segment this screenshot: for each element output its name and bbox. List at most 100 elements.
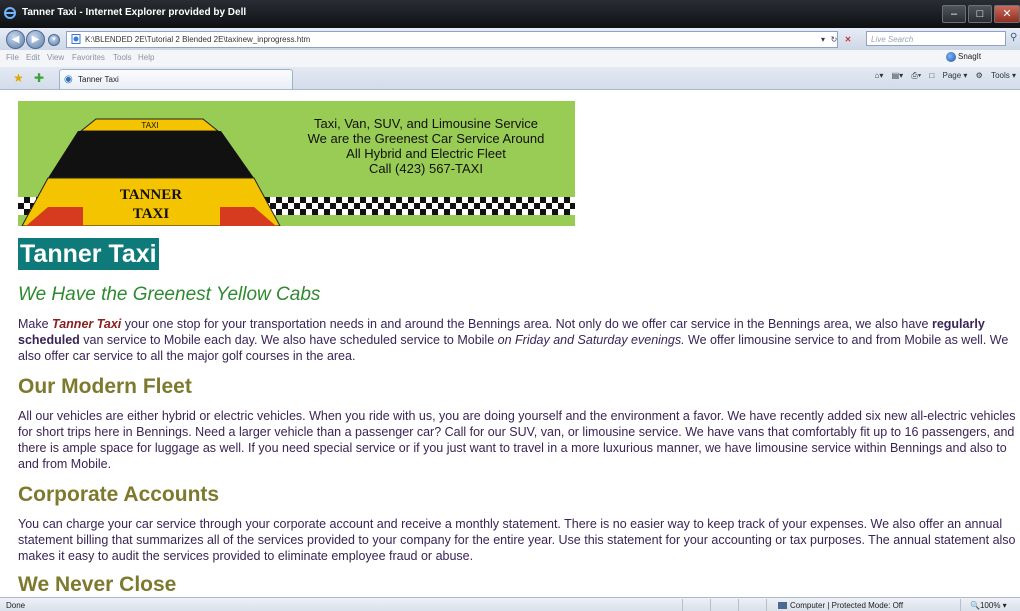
status-text: Done [6,601,26,610]
checker-square [402,209,408,215]
menu-bar: File Edit View Favorites Tools Help Snag… [0,50,1020,68]
add-favorites-icon[interactable]: ✚ [34,71,44,85]
intro-text-3: van service to Mobile each day. We also … [79,333,498,347]
status-divider [710,599,711,611]
zoom-level: 100% [979,601,1001,610]
checker-square [300,203,306,209]
checker-square [18,197,24,203]
refresh-icon[interactable]: ↻ [827,32,841,47]
checker-square [18,209,24,215]
page-menu-label: Page [942,71,962,80]
checker-square [474,209,480,215]
checker-square [396,203,402,209]
checker-square [516,203,522,209]
checker-square [492,203,498,209]
checker-square [354,209,360,215]
fleet-heading: Our Modern Fleet [18,375,192,398]
back-button[interactable]: ◀ [6,30,25,49]
banner-line-2: We are the Greenest Car Service Around [307,131,545,146]
checker-square [348,203,354,209]
checker-square [384,203,390,209]
tab-page-icon: ◉ [64,74,73,85]
search-icon[interactable]: ⚲ [1010,32,1017,43]
intro-text-2: your one stop for your transportation ne… [121,317,932,331]
checker-square [306,197,312,203]
checker-square [288,203,294,209]
checker-square [414,209,420,215]
security-zone[interactable]: Computer | Protected Mode: Off [778,601,903,610]
print-icon[interactable]: ⎙▾ [911,71,921,80]
checker-square [306,209,312,215]
menu-favorites[interactable]: Favorites [72,53,105,62]
fleet-paragraph: All our vehicles are either hybrid or el… [18,409,1016,471]
checker-square [480,203,486,209]
page-viewport[interactable]: TAXI TANNER TAXI Taxi, Van, SUV, and Lim… [0,90,1020,597]
car-text-line1: TANNER [120,187,182,203]
tab-tanner-taxi[interactable]: ◉ Tanner Taxi [59,69,293,89]
intro-text-1: Make [18,317,53,331]
menu-file[interactable]: File [6,53,19,62]
computer-icon [778,602,787,610]
checker-square [456,203,462,209]
taxi-sign-text: TAXI [141,121,158,130]
checker-square [414,197,420,203]
never-close-heading: We Never Close [18,573,177,596]
home-icon[interactable]: ⌂▾ [875,71,884,80]
feeds-icon[interactable]: ▤▾ [892,71,904,80]
stop-icon[interactable]: ✕ [842,32,854,47]
page-menu-button[interactable]: □ Page ▾ [929,71,967,80]
checker-square [282,197,288,203]
page-icon [71,34,81,44]
snagit-label: SnagIt [958,52,982,61]
checker-square [378,197,384,203]
status-bar: Done Computer | Protected Mode: Off 🔍100… [0,597,1020,611]
history-dropdown-button[interactable]: ▾ [48,34,60,46]
menu-tools[interactable]: Tools [113,53,132,62]
intro-italic-text: on Friday and Saturday evenings. [497,333,685,347]
status-divider [682,599,683,611]
zoom-control[interactable]: 🔍100% ▾ [970,601,1007,610]
maximize-button[interactable]: □ [968,5,992,23]
checker-square [546,197,552,203]
forward-button[interactable]: ▶ [26,30,45,49]
checker-square [528,203,534,209]
menu-help[interactable]: Help [138,53,154,62]
checker-square [438,197,444,203]
title-bar: Tanner Taxi - Internet Explorer provided… [0,0,1020,28]
checker-square [408,203,414,209]
minimize-button[interactable]: – [942,5,966,23]
slogan: We Have the Greenest Yellow Cabs [18,284,321,305]
address-field[interactable]: K:\BLENDED 2E\Tutorial 2 Blended 2E\taxi… [66,31,851,48]
checker-square [498,209,504,215]
favorites-star-icon[interactable]: ★ [13,71,24,85]
checker-square [486,197,492,203]
status-divider [960,599,961,611]
intro-paragraph: Make Tanner Taxi your one stop for your … [18,316,1018,364]
checker-square [282,209,288,215]
command-bar: ⌂▾ ▤▾ ⎙▾ □ Page ▾ ⚙ Tools ▾ [869,71,1016,81]
checker-square [552,203,558,209]
corporate-paragraph: You can charge your car service through … [18,517,1016,563]
car-text-line2: TAXI [133,206,170,222]
checker-square [564,203,570,209]
checker-square [426,209,432,215]
intro-company-name: Tanner Taxi [52,317,122,331]
checker-square [522,197,528,203]
checker-square [390,197,396,203]
checker-square [330,197,336,203]
menu-view[interactable]: View [47,53,64,62]
search-input[interactable]: Live Search [866,31,1006,46]
close-button[interactable]: ✕ [994,5,1020,23]
tools-menu-label: Tools [991,71,1010,80]
ie-logo-icon [4,7,16,19]
checker-square [486,209,492,215]
snagit-icon [946,52,956,62]
checker-square [474,197,480,203]
snagit-button[interactable]: SnagIt [946,52,981,62]
tools-menu-button[interactable]: ⚙ Tools ▾ [976,71,1016,80]
checker-square [318,197,324,203]
menu-edit[interactable]: Edit [26,53,40,62]
checker-square [570,197,575,203]
status-divider [738,599,739,611]
checker-square [378,209,384,215]
